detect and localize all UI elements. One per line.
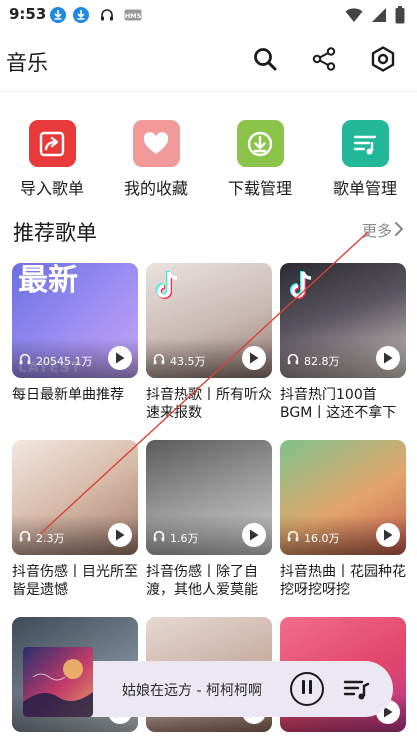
playlist-title: 每日最新单曲推荐 [12, 387, 124, 403]
playlist-title: 抖音热门100首BGM丨这还不拿下 [280, 387, 397, 421]
queue-icon [342, 680, 370, 707]
download-icon [73, 7, 89, 23]
signal-icon [371, 7, 387, 27]
playlist-card[interactable]: 最新LATEST20545.1万每日最新单曲推荐 [12, 263, 138, 422]
headphones-icon [152, 352, 166, 369]
favorites-button[interactable]: 我的收藏 [106, 120, 206, 199]
playlist-card[interactable]: 2.3万抖音伤感丨目光所至皆是遗憾 [12, 440, 138, 599]
headphones-icon [152, 529, 166, 546]
playlist-title: 抖音伤感丨除了自渡，其他人爱莫能 [146, 564, 258, 598]
quick-action-label: 歌单管理 [332, 179, 397, 198]
play-count: 20545.1万 [18, 352, 93, 369]
player-album-art[interactable] [23, 647, 93, 717]
more-link[interactable]: 更多 [362, 220, 404, 241]
section-title: 推荐歌单 [13, 221, 97, 245]
headphones-icon [18, 352, 32, 369]
play-icon [383, 526, 393, 545]
play-button[interactable] [108, 346, 132, 370]
battery-icon [395, 6, 405, 28]
status-time: 9:53 [9, 5, 47, 23]
play-button[interactable] [376, 346, 400, 370]
play-count-value: 20545.1万 [36, 354, 93, 368]
play-count: 43.5万 [152, 352, 206, 369]
quick-action-label: 下载管理 [227, 179, 292, 198]
pause-icon [300, 679, 314, 699]
play-button[interactable] [242, 346, 266, 370]
headphones-icon [286, 529, 300, 546]
play-count: 82.8万 [286, 352, 340, 369]
playlist-manager-button[interactable]: 歌单管理 [315, 120, 415, 199]
hms-icon: HMS [124, 7, 142, 23]
playlist-card[interactable]: 43.5万抖音热歌丨所有听众速来报数 [146, 263, 272, 422]
play-count-value: 1.6万 [170, 531, 199, 545]
playlist-cover[interactable]: 82.8万 [280, 263, 406, 378]
playlist-card[interactable]: 1.6万抖音伤感丨除了自渡，其他人爱莫能 [146, 440, 272, 599]
play-count-value: 43.5万 [170, 354, 206, 368]
search-icon [252, 46, 278, 76]
quick-actions: 导入歌单 我的收藏 下载管理 歌单管理 [0, 120, 417, 200]
headphones-icon [286, 352, 300, 369]
play-button[interactable] [242, 523, 266, 547]
playlist-title: 抖音热歌丨所有听众速来报数 [146, 387, 272, 421]
playlist-cover[interactable]: 2.3万 [12, 440, 138, 555]
now-playing-title: 姑娘在远方 - 柯柯柯啊 [122, 683, 262, 699]
queue-button[interactable] [342, 675, 370, 703]
playlist-icon [341, 120, 389, 167]
settings-icon [369, 45, 397, 77]
playlist-cover[interactable]: 1.6万 [146, 440, 272, 555]
play-count-value: 16.0万 [304, 531, 340, 545]
search-button[interactable] [248, 44, 282, 78]
playlist-title: 抖音伤感丨目光所至皆是遗憾 [12, 564, 138, 598]
share-icon [311, 46, 337, 76]
play-icon [115, 526, 125, 545]
page-title: 音乐 [6, 51, 48, 75]
playlist-cover[interactable]: 16.0万 [280, 440, 406, 555]
playlist-card[interactable]: 16.0万抖音热曲丨花园种花挖呀挖呀挖 [280, 440, 406, 599]
cover-title: 最新 [18, 263, 78, 298]
playlist-card[interactable]: 82.8万抖音热门100首BGM丨这还不拿下 [280, 263, 406, 422]
download-icon [50, 7, 66, 23]
headphones-icon [99, 7, 115, 23]
play-count-value: 82.8万 [304, 354, 340, 368]
playlist-cover[interactable]: 最新LATEST20545.1万 [12, 263, 138, 378]
play-button[interactable] [108, 523, 132, 547]
headphones-icon [18, 529, 32, 546]
more-label: 更多 [361, 222, 392, 240]
quick-action-label: 导入歌单 [19, 179, 84, 198]
status-bar: 9:53 HMS [0, 0, 417, 30]
play-icon [383, 349, 393, 368]
play-icon [249, 526, 259, 545]
tiktok-logo-icon [288, 269, 316, 305]
hms-label: HMS [125, 12, 142, 20]
pause-button[interactable] [290, 672, 324, 706]
play-button[interactable] [376, 523, 400, 547]
app-bar: 音乐 [0, 30, 417, 92]
playlist-title: 抖音热曲丨花园种花挖呀挖呀挖 [280, 564, 406, 598]
heart-icon [132, 120, 180, 167]
wifi-icon [345, 7, 363, 27]
import-icon [28, 120, 76, 167]
play-count: 16.0万 [286, 529, 340, 546]
share-button[interactable] [307, 44, 341, 78]
download-icon [236, 120, 284, 167]
playlist-cover[interactable]: 43.5万 [146, 263, 272, 378]
play-count: 2.3万 [18, 529, 65, 546]
download-manager-button[interactable]: 下载管理 [210, 120, 310, 199]
play-icon [115, 349, 125, 368]
play-count-value: 2.3万 [36, 531, 65, 545]
import-playlist-button[interactable]: 导入歌单 [2, 120, 102, 199]
play-count: 1.6万 [152, 529, 199, 546]
tiktok-logo-icon [154, 269, 182, 305]
play-icon [249, 349, 259, 368]
settings-button[interactable] [366, 44, 400, 78]
chevron-right-icon [394, 221, 404, 241]
quick-action-label: 我的收藏 [123, 179, 188, 198]
